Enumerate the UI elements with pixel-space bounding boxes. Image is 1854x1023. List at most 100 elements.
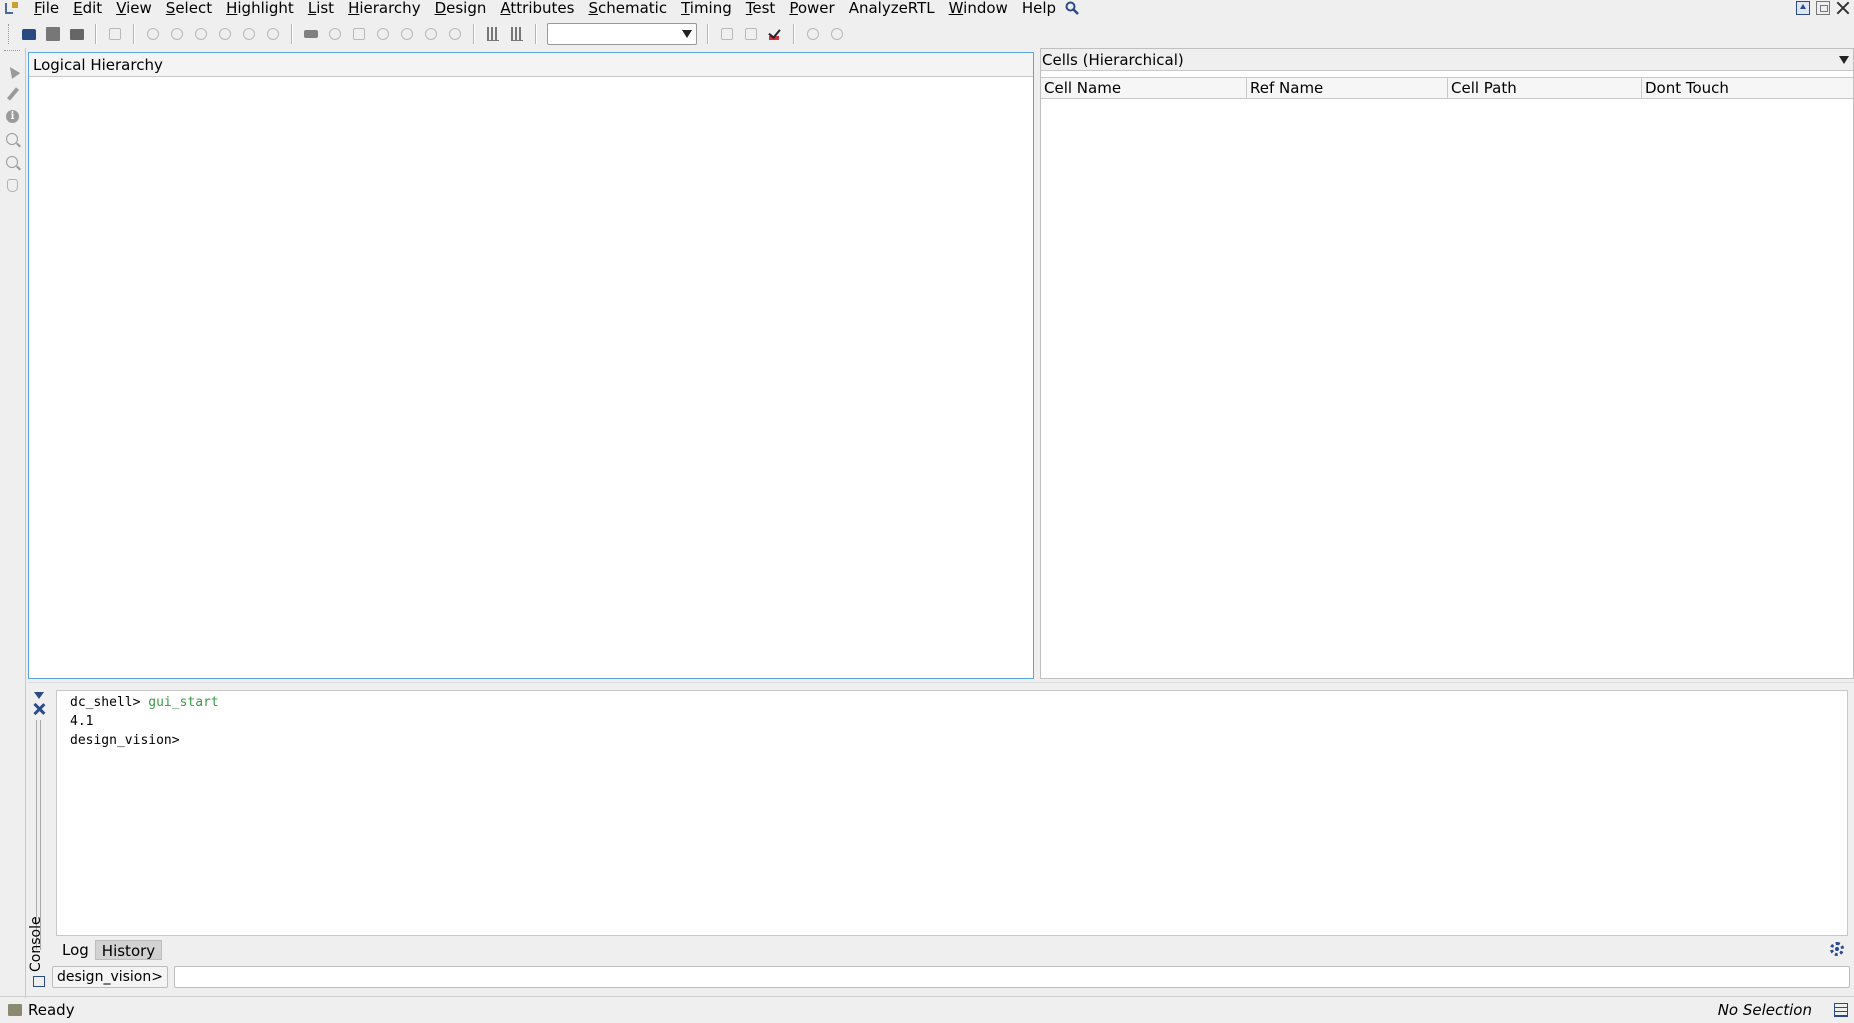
schematic-up-icon	[401, 28, 413, 40]
check-icon	[767, 27, 783, 41]
fanin-button[interactable]	[323, 22, 347, 46]
menu-test[interactable]: Test	[739, 0, 783, 16]
search-icon[interactable]	[1065, 1, 1079, 15]
schematic-select-button[interactable]	[443, 22, 467, 46]
pencil-icon	[6, 87, 20, 101]
forward-button[interactable]	[825, 22, 849, 46]
column-header-ref-name[interactable]: Ref Name	[1247, 78, 1448, 98]
fanin-icon	[329, 28, 341, 40]
menu-highlight[interactable]: Highlight	[219, 0, 301, 16]
zoom-out-icon	[195, 28, 207, 40]
collapse-triangle-icon[interactable]	[34, 692, 44, 699]
app-logo-icon	[3, 0, 21, 16]
console-log-output[interactable]: dc_shell> gui_start 4.1 design_vision>	[56, 690, 1848, 936]
logical-hierarchy-panel[interactable]: Logical Hierarchy	[28, 52, 1034, 679]
tool-strip-grip[interactable]	[4, 50, 20, 53]
path-button[interactable]	[371, 22, 395, 46]
zoom-out-tool-button[interactable]	[5, 155, 21, 171]
schematic-down-button[interactable]	[419, 22, 443, 46]
zoom-in-icon	[6, 133, 18, 145]
gear-icon[interactable]	[1830, 942, 1844, 956]
zoom-previous-button[interactable]	[237, 22, 261, 46]
schematic-down-icon	[425, 28, 437, 40]
report-button[interactable]	[103, 22, 127, 46]
resize-grip-icon[interactable]	[1834, 1003, 1848, 1017]
edit-tool-button[interactable]	[5, 86, 21, 102]
design-select-dropdown[interactable]	[547, 23, 697, 45]
menu-select[interactable]: Select	[159, 0, 219, 16]
menu-power[interactable]: Power	[782, 0, 841, 16]
menu-design[interactable]: Design	[428, 0, 494, 16]
menu-edit[interactable]: Edit	[66, 0, 109, 16]
zoom-in-button[interactable]	[165, 22, 189, 46]
back-button[interactable]	[801, 22, 825, 46]
menu-list[interactable]: List	[301, 0, 341, 16]
toolbar-separator	[95, 24, 97, 44]
zoom-fit-button[interactable]	[141, 22, 165, 46]
console-line: dc_shell> gui_start	[70, 695, 219, 710]
menu-file[interactable]: File	[27, 0, 66, 16]
print-button[interactable]	[65, 22, 89, 46]
column-header-cell-name[interactable]: Cell Name	[1041, 78, 1247, 98]
cells-view-title: Cells (Hierarchical)	[1042, 51, 1184, 69]
info-tool-button[interactable]: i	[5, 109, 21, 125]
zoom-tool-button[interactable]	[261, 22, 285, 46]
tab-history[interactable]: History	[94, 940, 163, 960]
library-icon	[745, 28, 757, 40]
window-close-icon[interactable]	[1836, 1, 1850, 15]
command-input[interactable]	[174, 966, 1850, 988]
main-toolbar	[0, 18, 1854, 50]
save-icon	[46, 27, 60, 41]
menu-window[interactable]: Window	[942, 0, 1015, 16]
pan-tool-button[interactable]	[5, 178, 21, 194]
folder-open-icon	[22, 28, 36, 40]
toolbar-separator	[133, 24, 135, 44]
close-icon[interactable]	[33, 703, 45, 715]
chevron-down-icon	[1839, 56, 1849, 64]
tab-log[interactable]: Log	[56, 940, 95, 960]
hand-icon	[7, 179, 18, 192]
schematic-up-button[interactable]	[395, 22, 419, 46]
histogram-button[interactable]	[481, 22, 505, 46]
select-tool-button[interactable]	[5, 64, 21, 80]
back-icon	[807, 28, 819, 40]
symbol-view-button[interactable]	[299, 22, 323, 46]
toolbar-grip[interactable]	[8, 24, 11, 44]
open-design-button[interactable]	[17, 22, 41, 46]
console-icon	[33, 976, 45, 987]
command-prompt-row: design_vision>	[52, 966, 1850, 988]
console-line: 4.1	[70, 714, 94, 729]
edit-button[interactable]	[715, 22, 739, 46]
column-header-dont-touch[interactable]: Dont Touch	[1642, 78, 1853, 98]
status-bar: Ready No Selection	[0, 996, 1854, 1023]
fanout-button[interactable]	[347, 22, 371, 46]
info-icon: i	[6, 110, 19, 123]
path-histogram-button[interactable]	[505, 22, 529, 46]
console-label: Console	[28, 916, 44, 972]
menu-help[interactable]: Help	[1015, 0, 1063, 16]
column-header-cell-path[interactable]: Cell Path	[1448, 78, 1642, 98]
menu-attributes[interactable]: Attributes	[493, 0, 581, 16]
symbol-icon	[304, 30, 318, 38]
save-button[interactable]	[41, 22, 65, 46]
zoom-fit-icon	[147, 28, 159, 40]
menu-schematic[interactable]: Schematic	[581, 0, 674, 16]
window-raise-icon[interactable]	[1796, 1, 1810, 15]
menu-bar: File Edit View Select Highlight List Hie…	[0, 0, 1854, 16]
menu-timing[interactable]: Timing	[674, 0, 739, 16]
menu-hierarchy[interactable]: Hierarchy	[341, 0, 428, 16]
zoom-out-button[interactable]	[189, 22, 213, 46]
pan-button[interactable]	[213, 22, 237, 46]
prompt-mode-button[interactable]: design_vision>	[52, 966, 168, 988]
status-icon	[8, 1004, 22, 1016]
zoom-in-tool-button[interactable]	[5, 132, 21, 148]
library-button[interactable]	[739, 22, 763, 46]
path-icon	[377, 28, 389, 40]
panel-splitter[interactable]	[28, 682, 1854, 686]
check-design-button[interactable]	[763, 22, 787, 46]
console-line: design_vision>	[70, 733, 180, 748]
menu-view[interactable]: View	[109, 0, 159, 16]
cells-view-dropdown[interactable]: Cells (Hierarchical)	[1041, 49, 1853, 71]
menu-analyzertl[interactable]: AnalyzeRTL	[842, 0, 942, 16]
window-restore-icon[interactable]	[1816, 1, 1830, 15]
